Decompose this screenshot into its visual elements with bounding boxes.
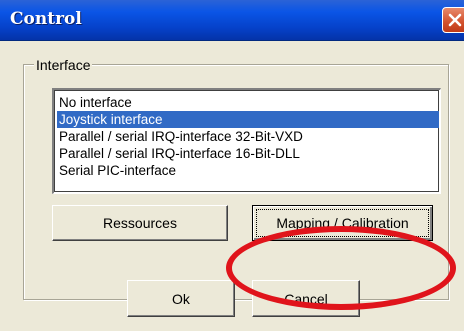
list-item-joystick-interface[interactable]: Joystick interface [57,111,439,128]
title-bar[interactable]: Control [0,0,464,41]
ok-button-label: Ok [172,290,190,307]
list-item-parallel-serial-16bit[interactable]: Parallel / serial IRQ-interface 16-Bit-D… [57,145,300,162]
resources-button-label: Ressources [103,215,177,231]
close-icon [448,13,462,27]
list-item-serial-pic[interactable]: Serial PIC-interface [57,162,176,179]
window-title: Control [10,9,82,29]
close-button[interactable] [442,7,464,33]
ok-button[interactable]: Ok [127,280,235,317]
list-item-parallel-serial-32bit[interactable]: Parallel / serial IRQ-interface 32-Bit-V… [57,128,303,145]
interface-listbox[interactable]: No interface Joystick interface Parallel… [52,88,441,194]
highlight-ring [226,226,456,310]
dialog-body: Interface No interface Joystick interfac… [0,41,464,331]
interface-group-label: Interface [34,57,93,73]
resources-button[interactable]: Ressources [52,205,228,241]
control-dialog: Control Interface No interface Joystick … [0,0,464,331]
list-item-no-interface[interactable]: No interface [57,94,132,111]
